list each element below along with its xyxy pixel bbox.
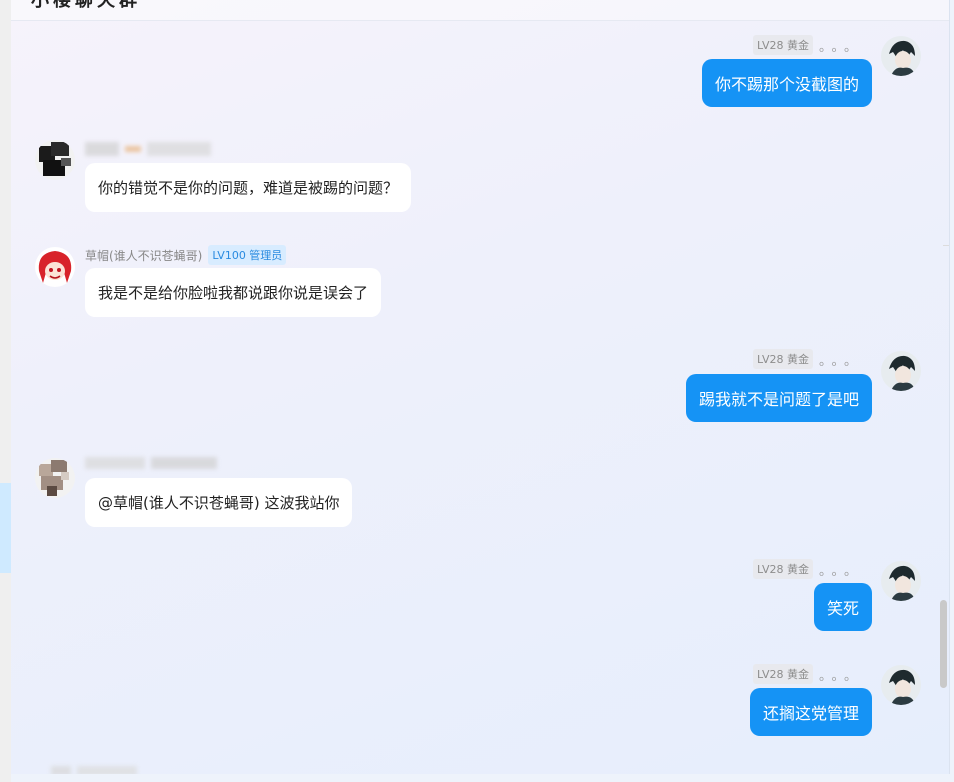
level-badge: LV28 黄金 (753, 559, 813, 579)
divider (943, 245, 949, 246)
nickname: 。。。 (818, 353, 863, 369)
message-bubble[interactable]: @草帽(谁人不识苍蝇哥) 这波我站你 (85, 478, 353, 527)
avatar[interactable] (35, 458, 75, 498)
message-bubble-self[interactable]: 笑死 (813, 583, 872, 631)
chat-title: 小楼聊天群 (31, 0, 141, 11)
sender-info: 草帽(谁人不识苍蝇哥) LV100 管理员 (85, 245, 287, 265)
message-meta: LV28 黄金 。。。 (753, 35, 863, 55)
left-panel-edge (0, 0, 11, 782)
avatar[interactable] (881, 561, 921, 601)
sender-name-obscured (85, 457, 217, 469)
message-bubble-self[interactable]: 还搁这党管理 (749, 688, 872, 736)
nickname: 。。。 (818, 668, 863, 684)
message-meta: LV28 黄金 。。。 (753, 664, 863, 684)
avatar[interactable] (35, 247, 75, 287)
sender-name[interactable]: 草帽(谁人不识苍蝇哥) (85, 247, 202, 264)
level-badge: LV28 黄金 (753, 664, 813, 684)
sender-name-obscured (85, 142, 211, 156)
message-bubble[interactable]: 你的错觉不是你的问题，难道是被踢的问题？ (85, 163, 412, 212)
chat-panel: 小楼聊天群 LV28 黄金 。。。 你不踢那个没截图的 你的错觉不是你的问题，难… (11, 0, 950, 774)
user-avatar-icon (35, 140, 75, 180)
self-avatar-icon (881, 351, 921, 391)
admin-level-badge: LV100 管理员 (208, 245, 287, 265)
self-avatar-icon (881, 561, 921, 601)
next-message-obscured (51, 766, 137, 774)
selected-conversation-indicator (0, 483, 11, 573)
admin-avatar-icon (35, 247, 75, 287)
message-meta: LV28 黄金 。。。 (753, 559, 863, 579)
avatar[interactable] (881, 665, 921, 705)
nickname: 。。。 (818, 39, 863, 55)
self-avatar-icon (881, 36, 921, 76)
nickname: 。。。 (818, 563, 863, 579)
avatar[interactable] (881, 351, 921, 391)
chat-header: 小楼聊天群 (11, 0, 949, 21)
self-avatar-icon (881, 665, 921, 705)
message-bubble-self[interactable]: 你不踢那个没截图的 (701, 59, 872, 107)
user-avatar-icon (35, 458, 75, 498)
message-meta: LV28 黄金 。。。 (753, 349, 863, 369)
scrollbar-thumb[interactable] (940, 600, 947, 688)
level-badge: LV28 黄金 (753, 35, 813, 55)
message-bubble-self[interactable]: 踢我就不是问题了是吧 (685, 374, 872, 422)
message-bubble[interactable]: 我是不是给你脸啦我都说跟你说是误会了 (85, 268, 382, 317)
avatar[interactable] (35, 140, 75, 180)
avatar[interactable] (881, 36, 921, 76)
level-badge: LV28 黄金 (753, 349, 813, 369)
